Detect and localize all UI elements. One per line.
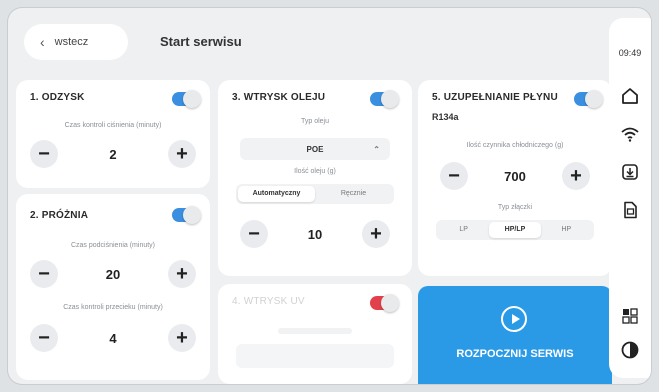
- oil-toggle[interactable]: [370, 90, 399, 108]
- vacuum-stepper-1: − 20 +: [30, 260, 196, 288]
- oil-title: 3. WTRYSK OLEJU: [232, 92, 326, 103]
- chevron-left-icon: ‹: [40, 34, 45, 50]
- document-icon[interactable]: [620, 200, 640, 220]
- wifi-icon[interactable]: [620, 124, 640, 144]
- vacuum-2-minus-button[interactable]: −: [30, 324, 58, 352]
- clock-time: 09:49: [618, 48, 642, 58]
- uv-title: 4. WTRYSK UV: [232, 296, 305, 307]
- download-icon[interactable]: [620, 162, 640, 182]
- connection-hp-lp[interactable]: HP/LP: [489, 222, 541, 238]
- vacuum-1-minus-button[interactable]: −: [30, 260, 58, 288]
- vacuum-stepper-2: − 4 +: [30, 324, 196, 352]
- back-button-label: wstecz: [54, 36, 89, 48]
- vacuum-title: 2. PRÓŻNIA: [30, 210, 89, 221]
- oil-card: 3. WTRYSK OLEJU Typ oleju POE ⌃ Ilość ol…: [218, 80, 412, 276]
- uv-placeholder-line: [278, 328, 352, 334]
- oil-stepper: − 10 +: [240, 220, 390, 248]
- vacuum-value-2: 4: [109, 330, 117, 346]
- refill-value: 700: [504, 168, 526, 184]
- recovery-value: 2: [109, 146, 117, 162]
- oil-type-value: POE: [306, 144, 324, 154]
- start-service-button[interactable]: ROZPOCZNIJ SERWIS: [418, 286, 612, 384]
- recovery-stepper: − 2 +: [30, 140, 196, 168]
- refill-refrigerant: R134a: [432, 112, 459, 122]
- vacuum-1-plus-button[interactable]: +: [168, 260, 196, 288]
- oil-mode-auto[interactable]: Automatyczny: [238, 186, 315, 202]
- recovery-card: 1. ODZYSK Czas kontroli ciśnienia (minut…: [16, 80, 210, 188]
- contrast-icon[interactable]: [620, 340, 640, 360]
- refill-minus-button[interactable]: −: [440, 162, 468, 190]
- oil-mode-manual[interactable]: Ręcznie: [315, 186, 392, 202]
- play-icon: [501, 306, 527, 332]
- vacuum-caption-2: Czas kontroli przecieku (minuty): [63, 304, 163, 311]
- oil-plus-button[interactable]: +: [362, 220, 390, 248]
- recovery-minus-button[interactable]: −: [30, 140, 58, 168]
- service-screen: ‹ wstecz Start serwisu 1. ODZYSK Czas ko…: [8, 8, 651, 384]
- oil-amount-caption: Ilość oleju (g): [294, 168, 336, 175]
- vacuum-card: 2. PRÓŻNIA Czas podciśnienia (minuty) − …: [16, 194, 210, 380]
- grid-icon[interactable]: [620, 306, 640, 326]
- right-sidebar: 09:49: [609, 18, 651, 378]
- back-button[interactable]: ‹ wstecz: [24, 24, 128, 60]
- oil-type-select[interactable]: POE ⌃: [240, 138, 390, 160]
- page-title: Start serwisu: [160, 34, 242, 49]
- uv-disabled-field: [236, 344, 394, 368]
- uv-card: 4. WTRYSK UV: [218, 284, 412, 384]
- refill-stepper: − 700 +: [440, 162, 590, 190]
- vacuum-caption-1: Czas podciśnienia (minuty): [70, 242, 156, 249]
- refill-connection-caption: Typ złączki: [497, 204, 533, 211]
- recovery-caption: Czas kontroli ciśnienia (minuty): [64, 122, 162, 129]
- start-service-label: ROZPOCZNIJ SERWIS: [456, 348, 574, 360]
- recovery-toggle[interactable]: [172, 90, 201, 108]
- connection-hp[interactable]: HP: [541, 222, 592, 238]
- top-bar: ‹ wstecz Start serwisu: [8, 8, 608, 80]
- oil-type-caption: Typ oleju: [300, 118, 330, 125]
- refill-toggle[interactable]: [574, 90, 603, 108]
- refill-card: 5. UZUPEŁNIANIE PŁYNU R134a Ilość czynni…: [418, 80, 612, 276]
- oil-mode-segmented: Automatyczny Ręcznie: [236, 184, 394, 204]
- home-icon[interactable]: [620, 86, 640, 106]
- oil-minus-button[interactable]: −: [240, 220, 268, 248]
- recovery-plus-button[interactable]: +: [167, 140, 196, 168]
- connection-lp[interactable]: LP: [438, 222, 489, 238]
- refill-connection-segmented: LP HP/LP HP: [436, 220, 594, 240]
- refill-title: 5. UZUPEŁNIANIE PŁYNU: [432, 92, 558, 103]
- refill-amount-caption: Ilość czynnika chłodniczego (g): [466, 142, 564, 149]
- select-arrows-icon: ⌃: [373, 144, 380, 154]
- vacuum-value-1: 20: [105, 266, 121, 282]
- recovery-title: 1. ODZYSK: [30, 92, 85, 103]
- uv-toggle[interactable]: [370, 294, 399, 312]
- refill-plus-button[interactable]: +: [561, 162, 590, 190]
- vacuum-2-plus-button[interactable]: +: [167, 324, 196, 352]
- vacuum-toggle[interactable]: [172, 206, 201, 224]
- oil-value: 10: [307, 226, 323, 242]
